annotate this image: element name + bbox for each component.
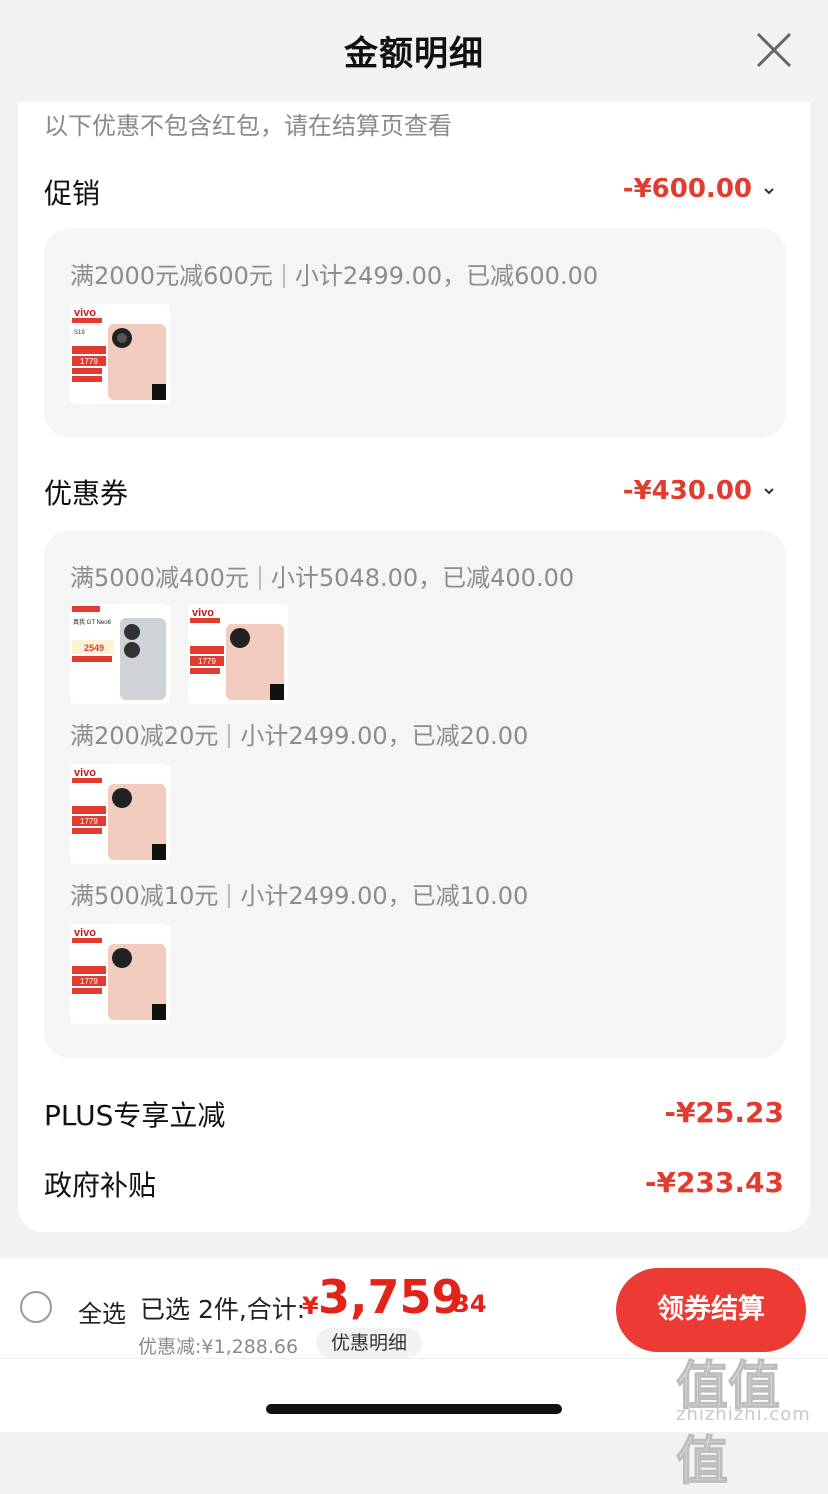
promo-panel: 满2000元减600元 小计2499.00，已减600.00 vivo S19 1… (44, 228, 786, 438)
svg-text:vivo: vivo (192, 607, 214, 619)
discount-total: 优惠减:¥1,288.66 (138, 1336, 299, 1358)
watermark-url: zhizhizhi.com (676, 1404, 811, 1425)
svg-text:vivo: vivo (74, 767, 96, 779)
close-icon[interactable] (754, 30, 794, 70)
rule-detail: 小计2499.00，已减10.00 (240, 882, 529, 910)
svg-text:vivo: vivo (74, 927, 96, 939)
selected-count: 已选 2件,合计: (140, 1295, 306, 1324)
gov-subsidy-amount: -¥233.43 (644, 1166, 784, 1199)
product-thumbnail[interactable]: 真我 GT Neo6 2549 (70, 604, 170, 704)
promo-rule: 满2000元减600元 小计2499.00，已减600.00 (70, 256, 598, 291)
rule-condition: 满200减20元 (70, 722, 219, 750)
select-all-label[interactable]: 全选 (78, 1294, 126, 1329)
rule-detail: 小计2499.00，已减600.00 (294, 262, 599, 290)
plus-discount-label: PLUS专享立减 (44, 1099, 226, 1132)
coupon-rule: 满5000减400元 小计5048.00，已减400.00 (70, 558, 574, 593)
svg-text:1779: 1779 (80, 817, 98, 826)
watermark: 值值值 zhizhizhi.com (672, 1344, 828, 1493)
gov-subsidy-label: 政府补贴 (44, 1169, 157, 1202)
coupon-rule: 满500减10元 小计2499.00，已减10.00 (70, 876, 528, 911)
coupon-label: 优惠券 (44, 477, 129, 510)
detail-card: 以下优惠不包含红包，请在结算页查看 促销 -¥600.00 .sec-amoun… (18, 102, 810, 1232)
chevron-down-icon[interactable] (762, 184, 776, 198)
rule-condition: 满2000元减600元 (70, 262, 273, 290)
rule-detail: 小计5048.00，已减400.00 (270, 564, 575, 592)
product-thumbnail[interactable]: vivo S19 1779 (70, 304, 170, 404)
coupon-panel: 满5000减400元 小计5048.00，已减400.00 真我 GT Neo6 … (44, 530, 786, 1058)
plus-discount-amount: -¥25.23 (664, 1096, 784, 1129)
currency-symbol: ¥ (302, 1292, 319, 1320)
total-integer: 3,759 (318, 1270, 464, 1324)
svg-text:1779: 1779 (80, 357, 98, 366)
svg-text:真我 GT Neo6: 真我 GT Neo6 (73, 618, 112, 626)
total-decimal: .34 (444, 1290, 487, 1318)
product-thumbnail[interactable]: vivo 1779 (70, 764, 170, 864)
coupon-amount[interactable]: -¥430.00 (623, 476, 776, 506)
notice-text: 以下优惠不包含红包，请在结算页查看 (44, 112, 452, 140)
svg-text:1779: 1779 (80, 977, 98, 986)
promo-amount[interactable]: -¥600.00 (623, 174, 776, 204)
svg-text:1779: 1779 (198, 657, 216, 666)
checkout-button[interactable]: 领券结算 (616, 1268, 806, 1352)
home-indicator (266, 1404, 562, 1414)
rule-detail: 小计2499.00，已减20.00 (240, 722, 529, 750)
rule-condition: 满5000减400元 (70, 564, 249, 592)
svg-text:vivo: vivo (74, 307, 96, 319)
chevron-down-icon[interactable] (762, 484, 776, 498)
discount-detail-button[interactable]: 优惠明细 (316, 1328, 422, 1358)
select-all-radio[interactable] (20, 1291, 52, 1323)
modal-title: 金额明细 (344, 34, 484, 74)
rule-condition: 满500减10元 (70, 882, 219, 910)
coupon-rule: 满200减20元 小计2499.00，已减20.00 (70, 716, 528, 751)
svg-text:S19: S19 (74, 330, 85, 336)
product-thumbnail[interactable]: vivo 1779 (188, 604, 288, 704)
svg-text:2549: 2549 (84, 643, 104, 653)
promo-label: 促销 (44, 177, 101, 210)
modal-header: 金额明细 (0, 0, 828, 100)
product-thumbnail[interactable]: vivo 1779 (70, 924, 170, 1024)
